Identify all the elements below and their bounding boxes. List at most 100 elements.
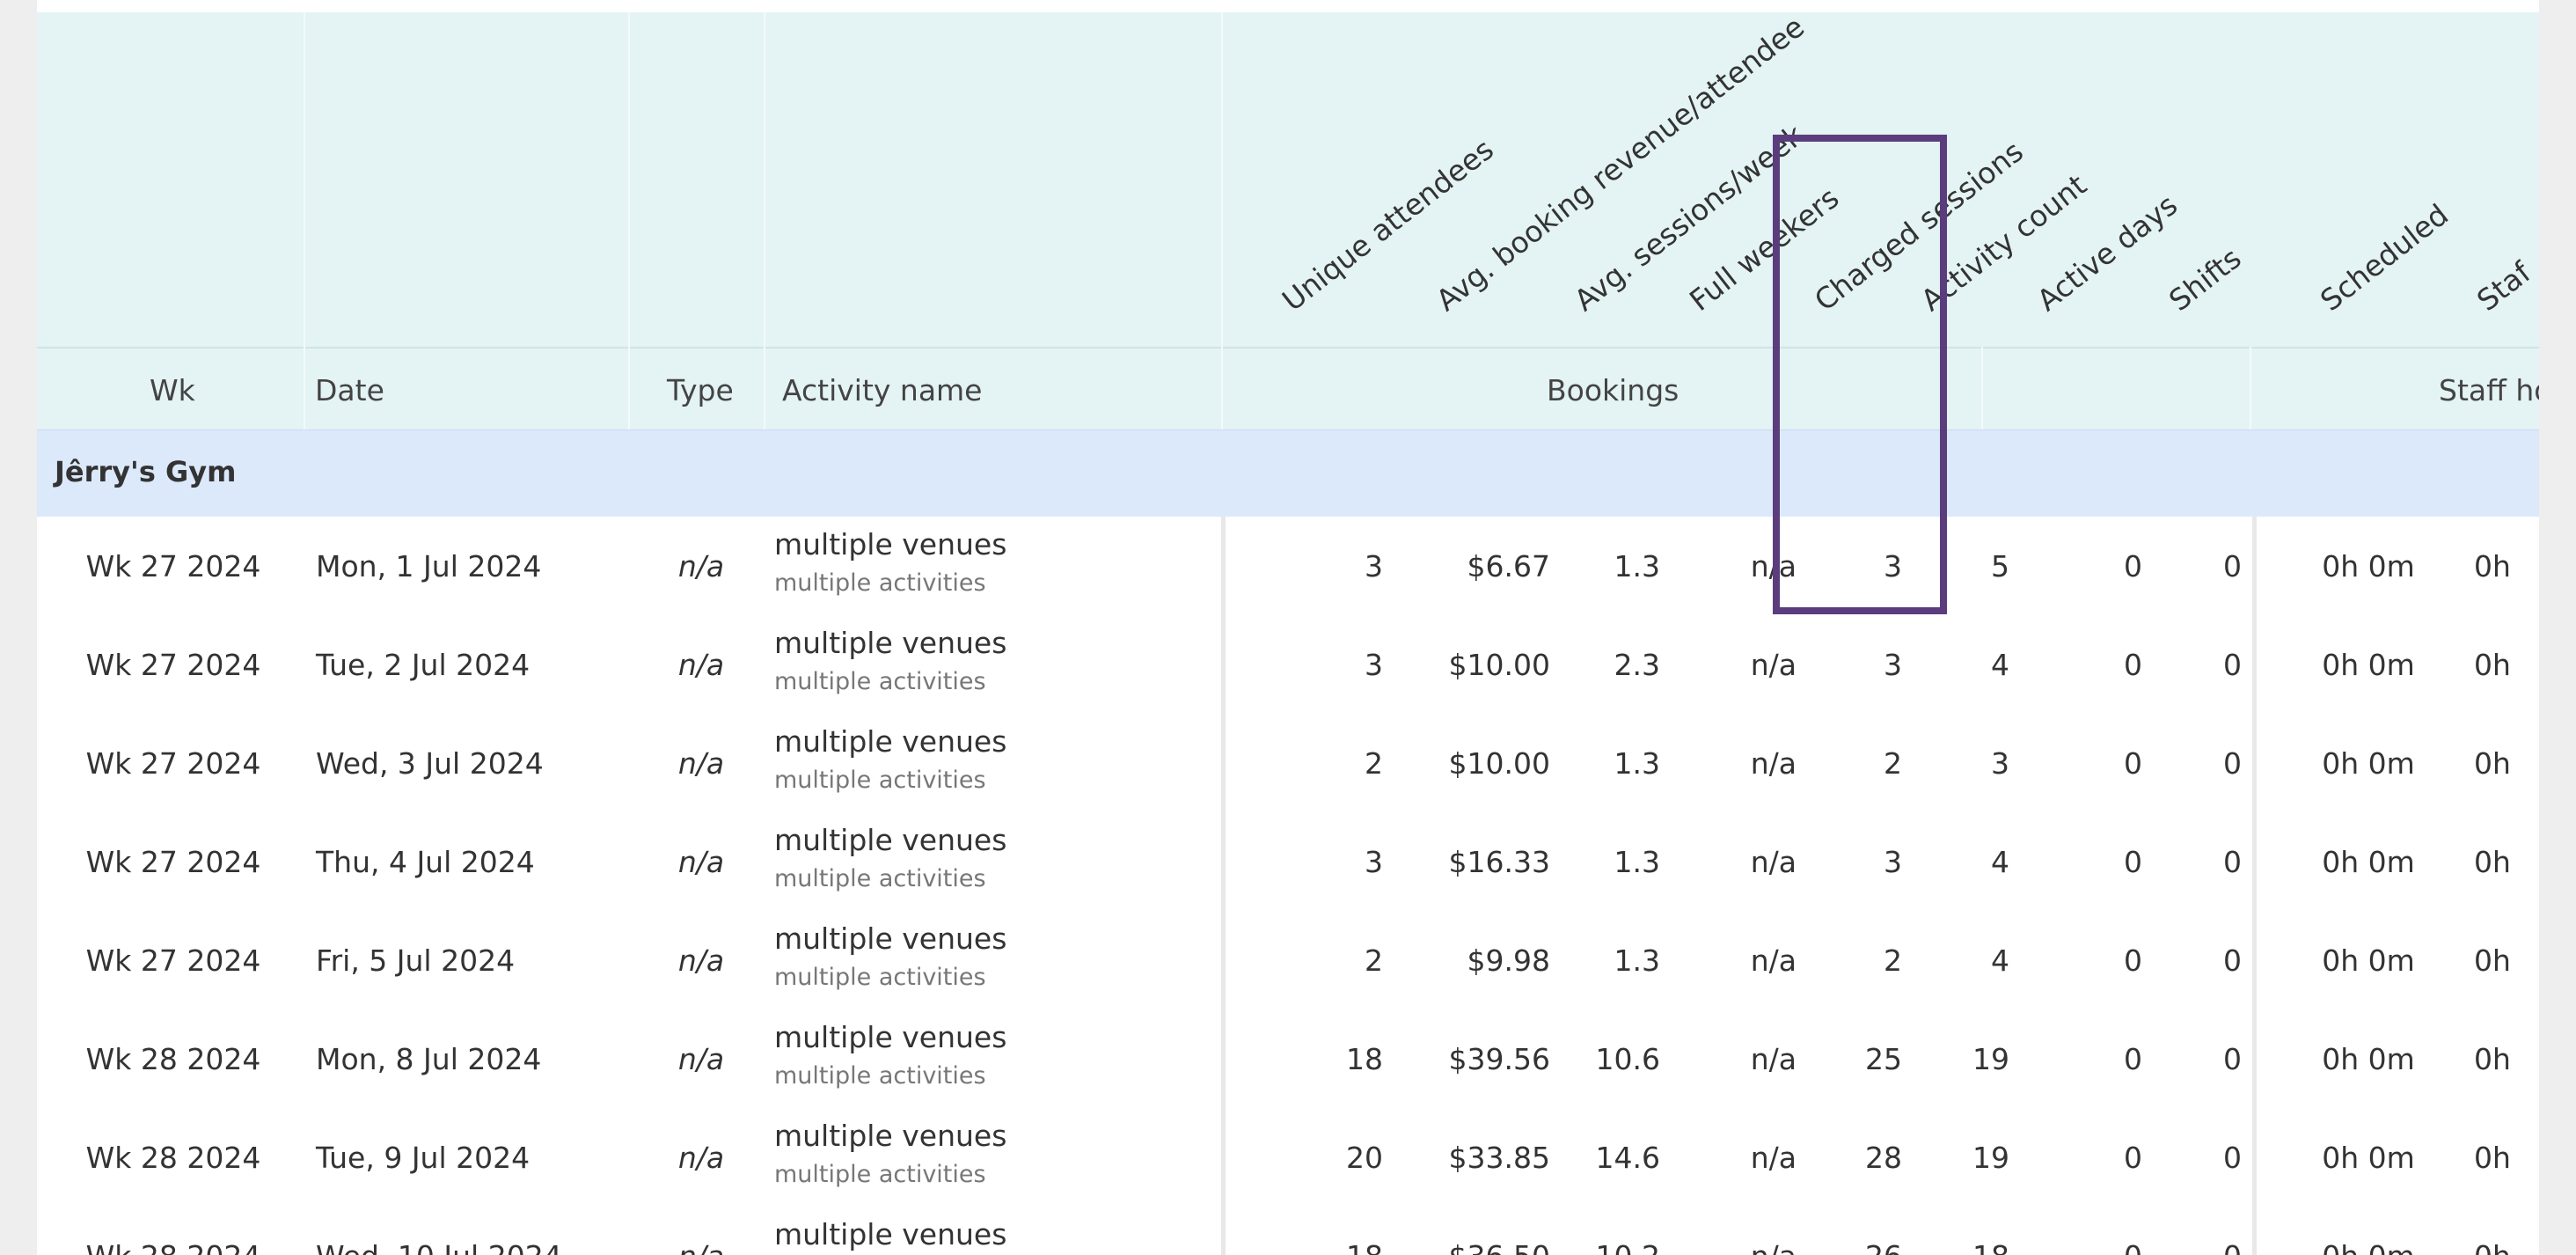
cell-type: n/a <box>677 845 725 879</box>
cell-activity-count: 3 <box>1991 746 2009 781</box>
cell-full-weekers: n/a <box>1750 746 1797 781</box>
cell-scheduled: 0h 0m <box>2322 549 2415 583</box>
cell-scheduled: 0h 0m <box>2322 1042 2415 1076</box>
group-row[interactable]: Jêrry's Gym <box>37 429 2539 517</box>
column-header-row <box>37 347 2539 431</box>
cell-avg-booking-revenue: $33.85 <box>1448 1141 1550 1175</box>
header-bookings-group: Bookings <box>1547 373 1680 407</box>
cell-staff: 0h <box>2474 1042 2511 1076</box>
header-staff-hours-group: Staff hou <box>2439 373 2539 407</box>
cell-wk: Wk 27 2024 <box>85 746 261 781</box>
table-row[interactable]: Wk 27 2024 Fri, 5 Jul 2024 n/a 2 $9.98 1.3 n/a… <box>37 911 2539 1011</box>
header-date[interactable]: Date <box>315 373 384 407</box>
cell-shifts: 0 <box>2223 1042 2242 1076</box>
cell-activity-count: 19 <box>1972 1042 2009 1076</box>
header-activity-name[interactable]: Activity name <box>782 373 983 407</box>
cell-shifts: 0 <box>2148 1239 2242 1255</box>
cell-shifts: 0 <box>2223 648 2242 682</box>
cell-type: n/a <box>653 1239 750 1255</box>
cell-full-weekers: n/a <box>1750 1042 1797 1076</box>
cell-type: n/a <box>677 648 725 682</box>
cell-activities: multiple activities <box>774 1161 986 1188</box>
header-wk[interactable]: Wk <box>150 373 195 407</box>
cell-avg-sessions-week: 10.2 <box>1559 1239 1660 1255</box>
cell-wk: Wk 27 2024 <box>85 943 261 978</box>
table-row[interactable]: Wk 27 2024 Tue, 2 Jul 2024 n/a 3 $10.00 2.3 n/… <box>37 615 2539 716</box>
cell-staff: 0h <box>2474 648 2511 682</box>
cell-avg-sessions-week: 1.3 <box>1614 845 1660 879</box>
table-row[interactable]: Wk 27 2024 Wed, 3 Jul 2024 n/a 2 $10.00 1.3 n/… <box>37 714 2539 814</box>
cell-scheduled: 0h 0m <box>2322 746 2415 781</box>
cell-staff: 0h <box>2474 943 2511 978</box>
group-name: Jêrry's Gym <box>55 455 237 488</box>
cell-activities: multiple activities <box>774 964 986 991</box>
cell-charged-sessions: 2 <box>1884 943 1902 978</box>
cell-unique-attendees: 3 <box>1365 549 1383 583</box>
cell-venue: multiple venues <box>774 626 1007 660</box>
cell-scheduled: 0h 0m <box>2322 845 2415 879</box>
cell-staff: 0h <box>2474 549 2511 583</box>
cell-active-days: 0 <box>2124 845 2142 879</box>
cell-avg-booking-revenue: $10.00 <box>1448 648 1550 682</box>
cell-activities: multiple activities <box>774 767 986 794</box>
cell-avg-sessions-week: 10.6 <box>1595 1042 1660 1076</box>
cell-wk: Wk 28 2024 <box>85 1042 261 1076</box>
cell-type: n/a <box>677 943 725 978</box>
cell-activities: multiple activities <box>774 668 986 695</box>
cell-unique-attendees: 2 <box>1365 943 1383 978</box>
cell-unique-attendees: 18 <box>1251 1239 1383 1255</box>
cell-shifts: 0 <box>2223 845 2242 879</box>
cell-shifts: 0 <box>2223 1141 2242 1175</box>
cell-unique-attendees: 3 <box>1365 648 1383 682</box>
cell-venue: multiple venues <box>774 823 1007 857</box>
cell-activity-count: 4 <box>1991 648 2009 682</box>
cell-charged-sessions: 26 <box>1797 1239 1902 1255</box>
table-row[interactable]: Wk 28 2024 Tue, 9 Jul 2024 n/a 20 $33.85 14.6… <box>37 1108 2539 1208</box>
cell-active-days: 0 <box>2124 1042 2142 1076</box>
report-table: Unique attendees Avg. booking revenue/at… <box>37 0 2539 1255</box>
cell-staff: 0h <box>2474 1239 2539 1255</box>
cell-date: Wed, 3 Jul 2024 <box>316 746 544 781</box>
cell-venue: multiple venues <box>774 527 1007 561</box>
cell-activities: multiple activities <box>774 1062 986 1090</box>
cell-avg-sessions-week: 1.3 <box>1614 746 1660 781</box>
cell-unique-attendees: 20 <box>1346 1141 1383 1175</box>
cell-activity-count: 18 <box>1902 1239 2009 1255</box>
cell-date: Mon, 1 Jul 2024 <box>316 549 542 583</box>
cell-staff: 0h <box>2474 845 2511 879</box>
cell-avg-booking-revenue: $36.50 <box>1392 1239 1550 1255</box>
cell-staff: 0h <box>2474 1141 2511 1175</box>
cell-wk: Wk 28 2024 <box>85 1141 261 1175</box>
cell-active-days: 0 <box>2124 1141 2142 1175</box>
cell-scheduled: 0h 0m <box>2322 1141 2415 1175</box>
cell-full-weekers: n/a <box>1750 1141 1797 1175</box>
cell-wk: Wk 27 2024 <box>85 549 261 583</box>
cell-full-weekers: n/a <box>1750 648 1797 682</box>
cell-date: Thu, 4 Jul 2024 <box>316 845 535 879</box>
table-row[interactable]: Wk 28 2024 Mon, 8 Jul 2024 n/a 18 $39.56 10.6… <box>37 1009 2539 1110</box>
table-row[interactable]: Wk 28 2024 Wed, 10 Jul 2024 n/a 18 $36.50 10.… <box>37 1207 2539 1255</box>
cell-avg-sessions-week: 2.3 <box>1614 648 1660 682</box>
table-row[interactable]: Wk 27 2024 Mon, 1 Jul 2024 n/a 3 $6.67 1.3 n/a… <box>37 517 2539 617</box>
cell-activity-count: 4 <box>1991 845 2009 879</box>
cell-venue: multiple venues <box>774 1217 1007 1251</box>
cell-avg-sessions-week: 1.3 <box>1614 549 1660 583</box>
cell-date: Wed, 10 Jul 2024 <box>316 1239 606 1255</box>
header-type[interactable]: Type <box>667 373 734 407</box>
cell-type: n/a <box>677 549 725 583</box>
cell-full-weekers: n/a <box>1750 845 1797 879</box>
cell-charged-sessions: 2 <box>1884 746 1902 781</box>
cell-scheduled: 0h 0m <box>2322 943 2415 978</box>
cell-type: n/a <box>677 1042 725 1076</box>
cell-venue: multiple venues <box>774 724 1007 759</box>
highlight-box-charged-sessions <box>1773 135 1947 614</box>
cell-active-days: 0 <box>2016 1239 2142 1255</box>
cell-activities: multiple activities <box>774 569 986 597</box>
cell-venue: multiple venues <box>774 1020 1007 1054</box>
cell-avg-booking-revenue: $9.98 <box>1467 943 1550 978</box>
cell-activity-count: 4 <box>1991 943 2009 978</box>
cell-wk: Wk 28 2024 <box>46 1239 301 1255</box>
table-row[interactable]: Wk 27 2024 Thu, 4 Jul 2024 n/a 3 $16.33 1.3 n/… <box>37 812 2539 913</box>
cell-active-days: 0 <box>2124 549 2142 583</box>
cell-avg-booking-revenue: $16.33 <box>1448 845 1550 879</box>
